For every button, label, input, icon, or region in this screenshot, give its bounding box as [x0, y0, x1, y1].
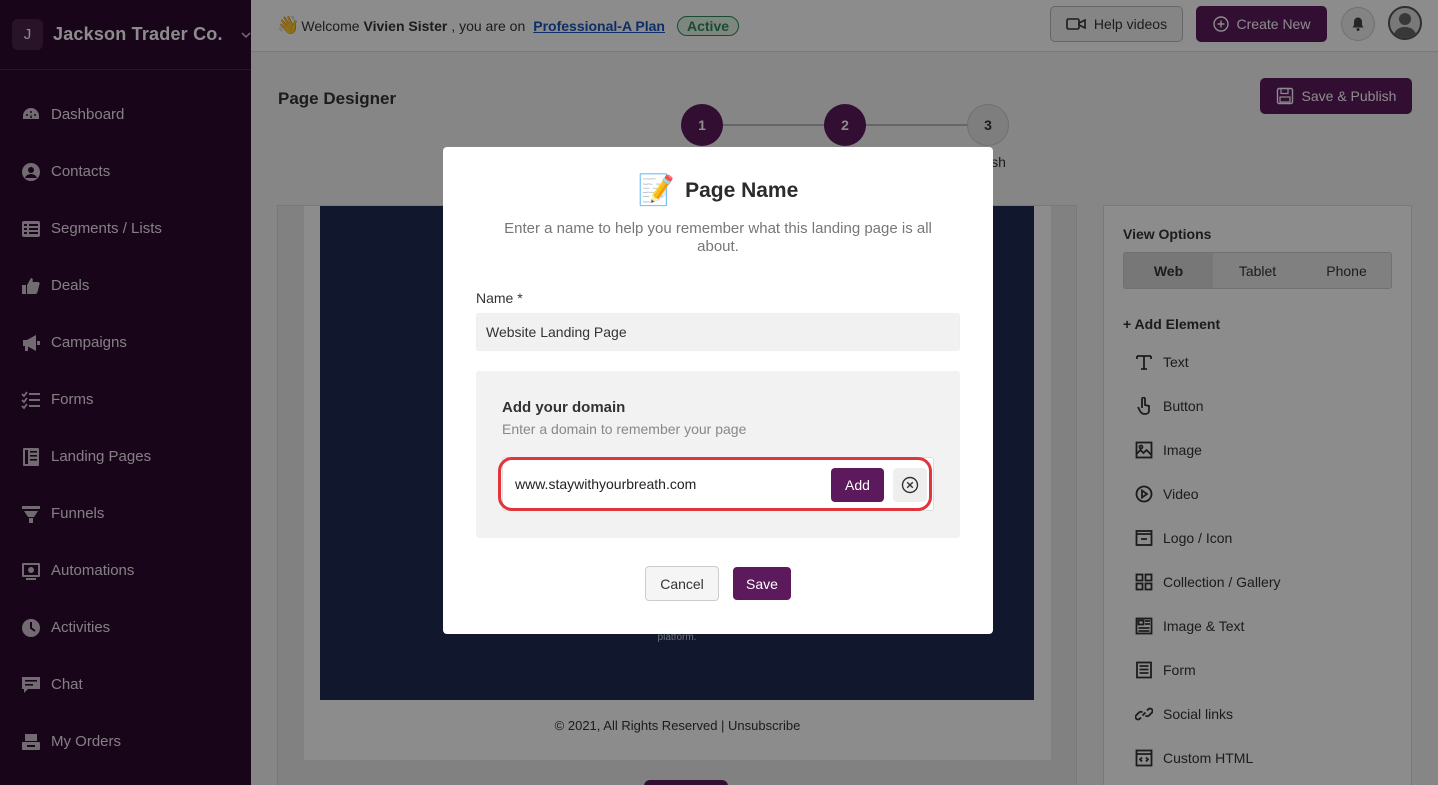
page-name-dialog: 📝 Page Name Enter a name to help you rem… [443, 147, 993, 634]
cancel-button[interactable]: Cancel [645, 566, 719, 601]
dialog-header: 📝 Page Name [443, 173, 993, 208]
save-button[interactable]: Save [733, 567, 791, 600]
close-circle-icon [901, 476, 919, 494]
memo-icon: 📝 [637, 174, 676, 207]
domain-subtitle: Enter a domain to remember your page [502, 421, 747, 437]
add-domain-button[interactable]: Add [831, 468, 884, 502]
clear-domain-button[interactable] [893, 468, 927, 502]
dialog-subtitle: Enter a name to help you remember what t… [504, 220, 932, 255]
name-field-label: Name * [476, 290, 523, 306]
dialog-title: Page Name [685, 178, 799, 202]
page-name-input[interactable] [476, 313, 960, 351]
domain-input[interactable] [515, 471, 815, 497]
domain-title: Add your domain [502, 399, 626, 416]
domain-input-row: Add [502, 457, 934, 511]
domain-section: Add your domain Enter a domain to rememb… [476, 371, 960, 538]
